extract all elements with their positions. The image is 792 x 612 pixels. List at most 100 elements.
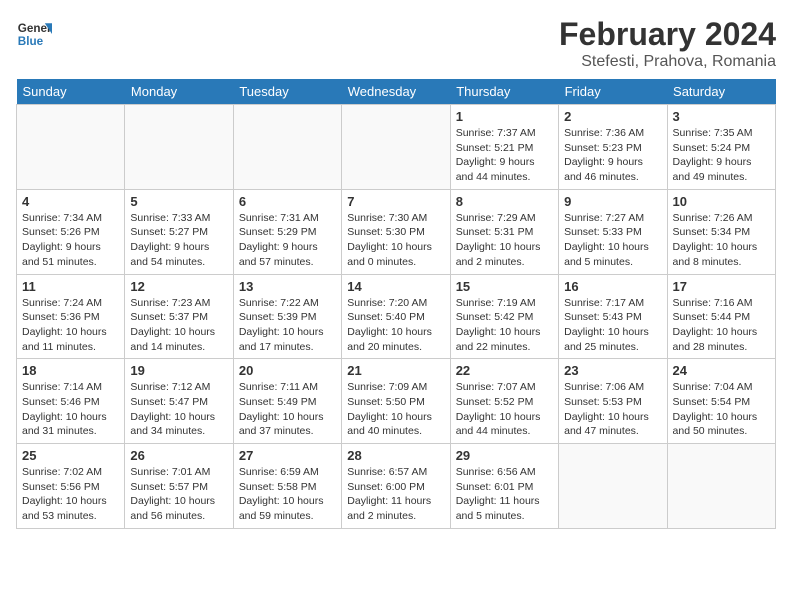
calendar-cell: 25 Sunrise: 7:02 AMSunset: 5:56 PMDayligh… <box>17 444 125 529</box>
day-number: 14 <box>347 279 444 294</box>
day-info: Sunrise: 7:29 AMSunset: 5:31 PMDaylight:… <box>456 211 553 270</box>
week-row-5: 25 Sunrise: 7:02 AMSunset: 5:56 PMDayligh… <box>17 444 776 529</box>
day-number: 17 <box>673 279 770 294</box>
week-row-1: 1 Sunrise: 7:37 AMSunset: 5:21 PMDaylight… <box>17 105 776 190</box>
day-info: Sunrise: 7:26 AMSunset: 5:34 PMDaylight:… <box>673 211 770 270</box>
day-info: Sunrise: 7:20 AMSunset: 5:40 PMDaylight:… <box>347 296 444 355</box>
calendar-cell: 8Sunrise: 7:29 AMSunset: 5:31 PMDaylight… <box>450 189 558 274</box>
day-info: Sunrise: 6:59 AMSunset: 5:58 PMDaylight:… <box>239 465 336 524</box>
week-row-3: 11 Sunrise: 7:24 AMSunset: 5:36 PMDayligh… <box>17 274 776 359</box>
day-number: 9 <box>564 194 661 209</box>
day-number: 19 <box>130 363 227 378</box>
day-info: Sunrise: 7:12 AMSunset: 5:47 PMDaylight:… <box>130 380 227 439</box>
calendar-cell: 2 Sunrise: 7:36 AMSunset: 5:23 PMDaylight… <box>559 105 667 190</box>
day-number: 18 <box>22 363 119 378</box>
weekday-friday: Friday <box>559 79 667 105</box>
location-subtitle: Stefesti, Prahova, Romania <box>559 53 776 71</box>
day-info: Sunrise: 7:19 AMSunset: 5:42 PMDaylight:… <box>456 296 553 355</box>
calendar-cell: 12 Sunrise: 7:23 AMSunset: 5:37 PMDayligh… <box>125 274 233 359</box>
week-row-4: 18 Sunrise: 7:14 AMSunset: 5:46 PMDayligh… <box>17 359 776 444</box>
day-info: Sunrise: 7:09 AMSunset: 5:50 PMDaylight:… <box>347 380 444 439</box>
calendar-cell: 24 Sunrise: 7:04 AMSunset: 5:54 PMDayligh… <box>667 359 775 444</box>
calendar-cell <box>342 105 450 190</box>
weekday-tuesday: Tuesday <box>233 79 341 105</box>
day-info: Sunrise: 7:02 AMSunset: 5:56 PMDaylight:… <box>22 465 119 524</box>
day-info: Sunrise: 6:57 AMSunset: 6:00 PMDaylight:… <box>347 465 444 524</box>
weekday-thursday: Thursday <box>450 79 558 105</box>
day-info: Sunrise: 7:06 AMSunset: 5:53 PMDaylight:… <box>564 380 661 439</box>
day-info: Sunrise: 7:34 AMSunset: 5:26 PMDaylight:… <box>22 211 119 270</box>
calendar-cell: 26Sunrise: 7:01 AMSunset: 5:57 PMDayligh… <box>125 444 233 529</box>
day-info: Sunrise: 7:16 AMSunset: 5:44 PMDaylight:… <box>673 296 770 355</box>
day-info: Sunrise: 7:07 AMSunset: 5:52 PMDaylight:… <box>456 380 553 439</box>
calendar-cell: 23 Sunrise: 7:06 AMSunset: 5:53 PMDayligh… <box>559 359 667 444</box>
calendar-cell: 9 Sunrise: 7:27 AMSunset: 5:33 PMDaylight… <box>559 189 667 274</box>
calendar-cell: 15Sunrise: 7:19 AMSunset: 5:42 PMDayligh… <box>450 274 558 359</box>
day-number: 13 <box>239 279 336 294</box>
calendar-cell: 7 Sunrise: 7:30 AMSunset: 5:30 PMDaylight… <box>342 189 450 274</box>
day-info: Sunrise: 7:14 AMSunset: 5:46 PMDaylight:… <box>22 380 119 439</box>
calendar-cell: 10 Sunrise: 7:26 AMSunset: 5:34 PMDayligh… <box>667 189 775 274</box>
day-number: 27 <box>239 448 336 463</box>
day-number: 20 <box>239 363 336 378</box>
calendar-cell <box>667 444 775 529</box>
day-number: 4 <box>22 194 119 209</box>
day-number: 10 <box>673 194 770 209</box>
day-info: Sunrise: 7:27 AMSunset: 5:33 PMDaylight:… <box>564 211 661 270</box>
header: General Blue February 2024 Stefesti, Pra… <box>16 16 776 71</box>
weekday-saturday: Saturday <box>667 79 775 105</box>
day-info: Sunrise: 7:23 AMSunset: 5:37 PMDaylight:… <box>130 296 227 355</box>
day-info: Sunrise: 7:36 AMSunset: 5:23 PMDaylight:… <box>564 126 661 185</box>
day-info: Sunrise: 7:01 AMSunset: 5:57 PMDaylight:… <box>130 465 227 524</box>
calendar-cell: 6 Sunrise: 7:31 AMSunset: 5:29 PMDaylight… <box>233 189 341 274</box>
calendar-cell: 4 Sunrise: 7:34 AMSunset: 5:26 PMDaylight… <box>17 189 125 274</box>
calendar-cell: 27 Sunrise: 6:59 AMSunset: 5:58 PMDayligh… <box>233 444 341 529</box>
calendar-cell: 14 Sunrise: 7:20 AMSunset: 5:40 PMDayligh… <box>342 274 450 359</box>
calendar-cell: 18 Sunrise: 7:14 AMSunset: 5:46 PMDayligh… <box>17 359 125 444</box>
day-number: 6 <box>239 194 336 209</box>
calendar-cell: 17 Sunrise: 7:16 AMSunset: 5:44 PMDayligh… <box>667 274 775 359</box>
day-number: 22 <box>456 363 553 378</box>
day-info: Sunrise: 7:11 AMSunset: 5:49 PMDaylight:… <box>239 380 336 439</box>
calendar-cell: 11 Sunrise: 7:24 AMSunset: 5:36 PMDayligh… <box>17 274 125 359</box>
calendar-cell: 5Sunrise: 7:33 AMSunset: 5:27 PMDaylight… <box>125 189 233 274</box>
logo: General Blue <box>16 16 52 52</box>
calendar-cell: 21 Sunrise: 7:09 AMSunset: 5:50 PMDayligh… <box>342 359 450 444</box>
day-info: Sunrise: 6:56 AMSunset: 6:01 PMDaylight:… <box>456 465 553 524</box>
day-number: 25 <box>22 448 119 463</box>
day-info: Sunrise: 7:24 AMSunset: 5:36 PMDaylight:… <box>22 296 119 355</box>
day-number: 12 <box>130 279 227 294</box>
weekday-wednesday: Wednesday <box>342 79 450 105</box>
day-info: Sunrise: 7:31 AMSunset: 5:29 PMDaylight:… <box>239 211 336 270</box>
day-number: 23 <box>564 363 661 378</box>
title-area: February 2024 Stefesti, Prahova, Romania <box>559 16 776 71</box>
calendar-cell: 16Sunrise: 7:17 AMSunset: 5:43 PMDayligh… <box>559 274 667 359</box>
calendar-body: 1 Sunrise: 7:37 AMSunset: 5:21 PMDaylight… <box>17 105 776 529</box>
weekday-header-row: SundayMondayTuesdayWednesdayThursdayFrid… <box>17 79 776 105</box>
svg-text:Blue: Blue <box>18 35 44 48</box>
day-info: Sunrise: 7:17 AMSunset: 5:43 PMDaylight:… <box>564 296 661 355</box>
day-number: 24 <box>673 363 770 378</box>
day-number: 21 <box>347 363 444 378</box>
calendar-cell <box>559 444 667 529</box>
calendar-cell: 13 Sunrise: 7:22 AMSunset: 5:39 PMDayligh… <box>233 274 341 359</box>
day-info: Sunrise: 7:35 AMSunset: 5:24 PMDaylight:… <box>673 126 770 185</box>
day-number: 2 <box>564 109 661 124</box>
day-number: 29 <box>456 448 553 463</box>
day-number: 7 <box>347 194 444 209</box>
week-row-2: 4 Sunrise: 7:34 AMSunset: 5:26 PMDaylight… <box>17 189 776 274</box>
day-info: Sunrise: 7:22 AMSunset: 5:39 PMDaylight:… <box>239 296 336 355</box>
day-info: Sunrise: 7:37 AMSunset: 5:21 PMDaylight:… <box>456 126 553 185</box>
calendar-cell <box>125 105 233 190</box>
calendar-table: SundayMondayTuesdayWednesdayThursdayFrid… <box>16 79 776 529</box>
calendar-cell <box>17 105 125 190</box>
calendar-cell: 3 Sunrise: 7:35 AMSunset: 5:24 PMDaylight… <box>667 105 775 190</box>
day-number: 11 <box>22 279 119 294</box>
day-number: 1 <box>456 109 553 124</box>
day-info: Sunrise: 7:33 AMSunset: 5:27 PMDaylight:… <box>130 211 227 270</box>
month-title: February 2024 <box>559 16 776 53</box>
day-info: Sunrise: 7:30 AMSunset: 5:30 PMDaylight:… <box>347 211 444 270</box>
day-number: 3 <box>673 109 770 124</box>
calendar-cell <box>233 105 341 190</box>
day-info: Sunrise: 7:04 AMSunset: 5:54 PMDaylight:… <box>673 380 770 439</box>
